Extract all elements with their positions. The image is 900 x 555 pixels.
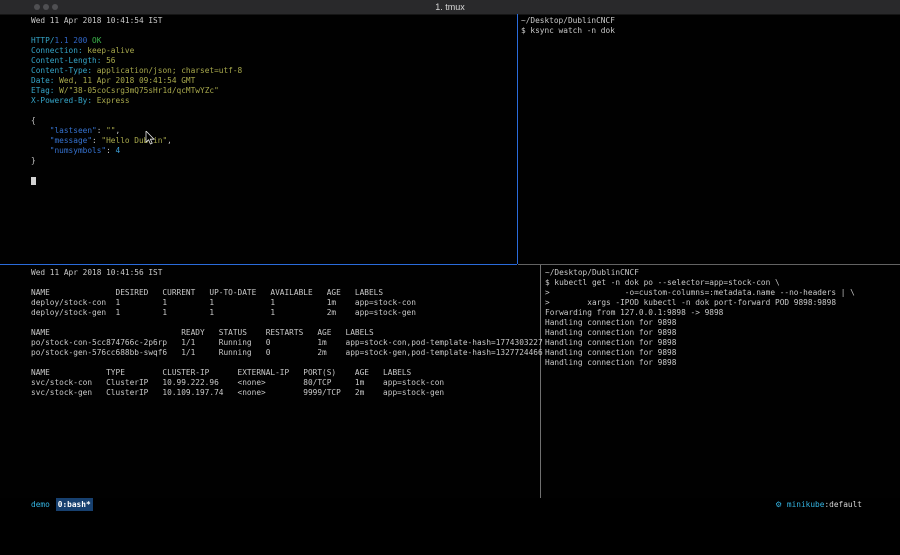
pane-ksync[interactable]: ~/Desktop/DublinCNCF $ ksync watch -n do… [521,16,900,263]
json-field-line: "lastseen": "", [31,126,516,136]
json-field-line: "numsymbols": 4 [31,146,516,156]
session-name: demo [31,498,50,511]
blank-line [31,278,539,288]
blank-line [31,26,516,36]
http-header-line: Content-Length: 56 [31,56,516,66]
window-title: 1. tmux [0,2,900,12]
json-key: "message" [31,136,92,145]
table-row-line: deploy/stock-gen 1 1 1 1 2m app=stock-ge… [31,308,539,318]
header-name: Content-Length: [31,56,101,65]
blank-line [31,358,539,368]
kube-icon: ⚙ [775,500,782,509]
blank-line [31,318,539,328]
json-separator: : [97,126,106,135]
http-header-line: Connection: keep-alive [31,46,516,56]
output-line: Forwarding from 127.0.0.1:9898 -> 9898 [545,308,900,318]
output-line: Handling connection for 9898 [545,328,900,338]
http-header-line: Date: Wed, 11 Apr 2018 09:41:54 GMT [31,76,516,86]
header-value: Wed, 11 Apr 2018 09:41:54 GMT [54,76,195,85]
json-value: 4 [116,146,121,155]
header-name: X-Powered-By: [31,96,92,105]
cwd-line: ~/Desktop/DublinCNCF [545,268,900,278]
table-row-line: po/stock-con-5cc874766c-2p6rp 1/1 Runnin… [31,338,539,348]
table-row-line: svc/stock-gen ClusterIP 10.109.197.74 <n… [31,388,539,398]
terminal-cursor [31,177,36,185]
cwd-line: ~/Desktop/DublinCNCF [521,16,900,26]
table-header-line: NAME READY STATUS RESTARTS AGE LABELS [31,328,539,338]
json-field-line: "message": "Hello Dublin", [31,136,516,146]
http-status-line: HTTP/1.1 200 OK [31,36,516,46]
pane-border-vertical-top[interactable] [517,14,518,264]
mouse-pointer [145,131,155,145]
output-line: Handling connection for 9898 [545,338,900,348]
kube-namespace: :default [824,500,862,509]
table-header-line: NAME TYPE CLUSTER-IP EXTERNAL-IP PORT(S)… [31,368,539,378]
prompt-line [31,176,516,186]
header-value: 56 [101,56,115,65]
http-reason: OK [87,36,101,45]
header-value: application/json; charset=utf-8 [92,66,242,75]
header-value: W/"38-05coCsrg3mQ75sHr1d/qcMTwYZc" [54,86,218,95]
json-value: "Hello Dublin" [101,136,167,145]
http-version-status: 1.1 200 [54,36,87,45]
pane-border-horizontal-left[interactable] [0,264,517,265]
output-line: Handling connection for 9898 [545,318,900,328]
blank-line [31,106,516,116]
timestamp-line: Wed 11 Apr 2018 10:41:54 IST [31,16,516,26]
command-line: $ kubectl get -n dok po --selector=app=s… [545,278,900,288]
kube-cluster: minikube [787,500,825,509]
pane-border-vertical-bottom[interactable] [540,265,541,498]
status-left: demo 0:bash* [31,498,93,511]
json-separator: : [92,136,101,145]
json-comma: , [116,126,121,135]
header-name: Connection: [31,46,83,55]
blank-line [31,166,516,176]
command-line: $ ksync watch -n dok [521,26,900,36]
json-close-brace: } [31,156,516,166]
json-value: "" [106,126,115,135]
command-continuation-line: > -o=custom-columns=:metadata.name --no-… [545,288,900,298]
window-tab-bash[interactable]: 0:bash* [56,498,93,511]
http-header-line: ETag: W/"38-05coCsrg3mQ75sHr1d/qcMTwYZc" [31,86,516,96]
output-line: Handling connection for 9898 [545,358,900,368]
http-header-line: X-Powered-By: Express [31,96,516,106]
titlebar[interactable]: 1. tmux [0,0,900,15]
http-header-line: Content-Type: application/json; charset=… [31,66,516,76]
table-row-line: deploy/stock-con 1 1 1 1 1m app=stock-co… [31,298,539,308]
http-proto: HTTP/ [31,36,54,45]
output-line: Handling connection for 9898 [545,348,900,358]
table-row-line: svc/stock-con ClusterIP 10.99.222.96 <no… [31,378,539,388]
json-key: "lastseen" [31,126,97,135]
json-open-brace: { [31,116,516,126]
json-key: "numsymbols" [31,146,106,155]
header-value: keep-alive [83,46,135,55]
pane-port-forward[interactable]: ~/Desktop/DublinCNCF $ kubectl get -n do… [545,268,900,498]
header-value: Express [92,96,130,105]
terminal-window: 1. tmux Wed 11 Apr 2018 10:41:54 IST HTT… [0,0,900,511]
header-name: Date: [31,76,54,85]
status-right: ⚙ minikube:default [775,498,862,511]
timestamp-line: Wed 11 Apr 2018 10:41:56 IST [31,268,539,278]
pane-border-horizontal-right[interactable] [518,264,900,265]
tmux-status-bar: demo 0:bash* ⚙ minikube:default [0,498,900,511]
command-continuation-line: > xargs -IPOD kubectl -n dok port-forwar… [545,298,900,308]
json-separator: : [106,146,115,155]
json-comma: , [167,136,172,145]
table-row-line: po/stock-gen-576cc688bb-swqf6 1/1 Runnin… [31,348,539,358]
header-name: ETag: [31,86,54,95]
header-name: Content-Type: [31,66,92,75]
table-header-line: NAME DESIRED CURRENT UP-TO-DATE AVAILABL… [31,288,539,298]
pane-kubectl-get[interactable]: Wed 11 Apr 2018 10:41:56 IST NAME DESIRE… [31,268,539,498]
pane-http-response[interactable]: Wed 11 Apr 2018 10:41:54 IST HTTP/1.1 20… [31,16,516,263]
